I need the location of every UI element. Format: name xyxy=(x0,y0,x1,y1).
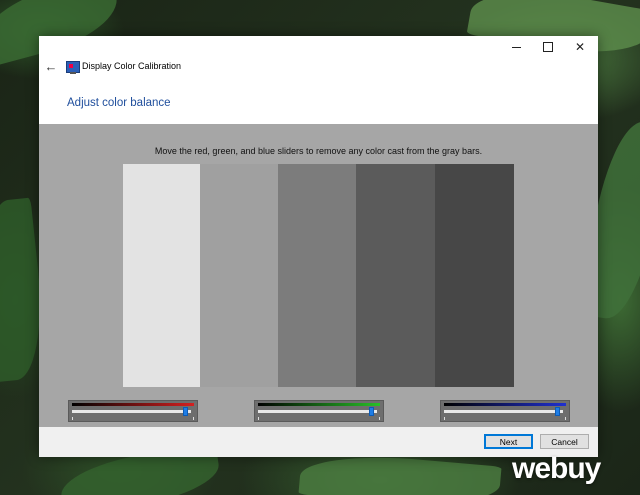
maximize-icon xyxy=(543,42,553,52)
cancel-button[interactable]: Cancel xyxy=(540,434,589,449)
slider-track[interactable] xyxy=(444,410,563,413)
gray-bars xyxy=(123,164,514,387)
red-slider[interactable] xyxy=(68,400,198,422)
blue-slider[interactable] xyxy=(440,400,570,422)
navigation-row: ← Display Color Calibration xyxy=(39,58,598,78)
instruction-text: Move the red, green, and blue sliders to… xyxy=(154,146,483,156)
display-calibration-icon xyxy=(66,61,80,74)
slider-thumb[interactable] xyxy=(183,407,188,416)
gray-bar-3 xyxy=(278,164,356,387)
gray-bar-5 xyxy=(435,164,514,387)
gray-bar-2 xyxy=(200,164,278,387)
slider-ticks xyxy=(72,417,194,420)
slider-ticks xyxy=(444,417,566,420)
next-button[interactable]: Next xyxy=(484,434,533,449)
slider-track[interactable] xyxy=(72,410,191,413)
slider-thumb[interactable] xyxy=(555,407,560,416)
close-button[interactable]: ✕ xyxy=(564,36,596,58)
red-gradient xyxy=(72,403,194,406)
green-slider[interactable] xyxy=(254,400,384,422)
slider-ticks xyxy=(258,417,380,420)
blue-gradient xyxy=(444,403,566,406)
green-gradient xyxy=(258,403,380,406)
title-bar[interactable]: ✕ xyxy=(39,36,598,58)
close-icon: ✕ xyxy=(574,40,586,54)
slider-thumb[interactable] xyxy=(369,407,374,416)
calibration-window: ✕ ← Display Color Calibration Adjust col… xyxy=(39,36,598,457)
page-title: Adjust color balance xyxy=(67,97,171,109)
minimize-button[interactable] xyxy=(500,36,532,58)
slider-track[interactable] xyxy=(258,410,377,413)
gray-bar-4 xyxy=(356,164,435,387)
calibration-panel: Move the red, green, and blue sliders to… xyxy=(39,124,598,427)
back-arrow-icon[interactable]: ← xyxy=(44,60,58,74)
watermark-logo: webuy xyxy=(512,452,601,485)
minimize-icon xyxy=(511,46,521,48)
maximize-button[interactable] xyxy=(532,36,564,58)
gray-bar-1 xyxy=(123,164,200,387)
window-title: Display Color Calibration xyxy=(82,61,182,71)
